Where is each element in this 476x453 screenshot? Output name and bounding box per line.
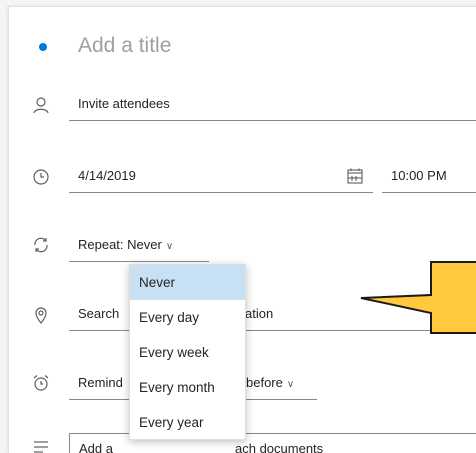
attendees-input[interactable]: Invite attendees [69,95,476,121]
title-input[interactable]: Add a title [78,34,171,58]
repeat-icon [32,236,50,254]
body-placeholder-left: Add a [79,441,113,453]
alarm-icon [32,374,50,392]
time-value: 10:00 PM [391,168,447,183]
repeat-option-every-month[interactable]: Every month [130,370,245,405]
repeat-option-every-week[interactable]: Every week [130,335,245,370]
attendees-placeholder: Invite attendees [78,96,170,111]
location-placeholder-right: ation [245,306,274,321]
clock-icon [32,168,50,186]
time-input[interactable]: 10:00 PM [382,167,476,193]
person-icon [32,96,50,114]
date-input[interactable]: 4/14/2019 [69,167,373,193]
reminder-right-text: before [246,375,283,390]
date-value: 4/14/2019 [78,168,136,183]
location-placeholder-left: Search [78,306,120,321]
repeat-option-never[interactable]: Never [130,265,245,300]
calendar-icon[interactable] [346,167,364,185]
repeat-dropdown-trigger[interactable]: Repeat: Never ∨ [69,236,209,262]
callout-arrow-icon [360,261,476,334]
repeat-label: Repeat: Never [78,237,162,252]
repeat-option-every-year[interactable]: Every year [130,405,245,440]
body-placeholder-right: ach documents [235,441,324,453]
reminder-left-text: Remind [78,375,123,390]
new-event-panel: Add a title Invite attendees 4/14/2019 1 [8,6,476,453]
title-bullet-dot [39,43,47,51]
repeat-options-menu: Never Every day Every week Every month E… [129,264,246,440]
location-pin-icon [32,306,50,324]
chevron-down-icon: ∨ [165,241,174,252]
chevron-down-icon: ∨ [286,379,295,390]
repeat-option-every-day[interactable]: Every day [130,300,245,335]
